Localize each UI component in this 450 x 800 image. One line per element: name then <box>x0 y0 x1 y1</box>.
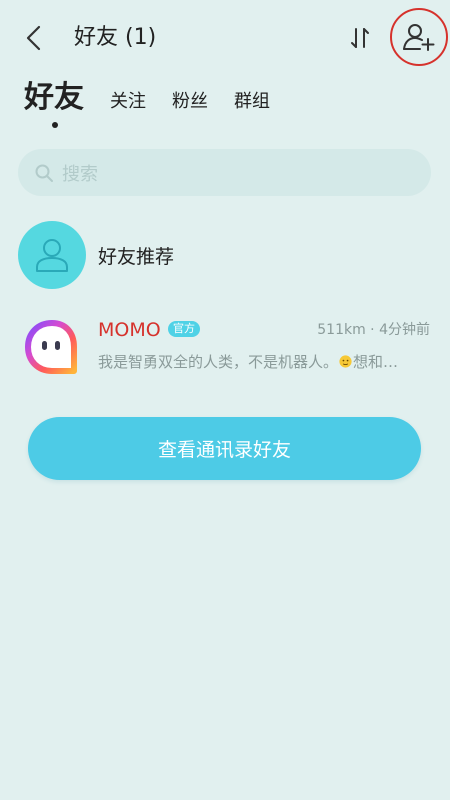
chevron-left-icon <box>26 25 41 51</box>
search-placeholder: 搜索 <box>62 163 98 185</box>
user-icon <box>36 239 68 272</box>
tab-follow[interactable]: 关注 <box>110 90 146 114</box>
recommend-label: 好友推荐 <box>98 245 175 268</box>
emoji-icon <box>339 355 352 368</box>
search-icon <box>34 163 54 183</box>
momo-logo-icon <box>25 320 77 374</box>
tab-fans[interactable]: 粉丝 <box>172 90 208 114</box>
tab-friends[interactable]: 好友 <box>24 80 84 116</box>
friend-bio-text: 我是智勇双全的人类，不是机器人。 <box>98 353 339 371</box>
page-title: 好友 (1) <box>74 25 157 50</box>
friend-bio: 我是智勇双全的人类，不是机器人。 想和… <box>98 351 430 373</box>
friend-name: MOMO <box>98 319 161 341</box>
tab-bar: 好友 关注 粉丝 群组 <box>24 80 424 130</box>
view-contacts-button[interactable]: 查看通讯录好友 <box>28 417 421 480</box>
friend-recommend-item[interactable]: 好友推荐 <box>18 220 432 290</box>
friend-distance-time: 511km · 4分钟前 <box>317 322 430 338</box>
momo-avatar <box>22 317 82 377</box>
recommend-avatar <box>18 221 86 289</box>
official-badge: 官方 <box>168 321 200 337</box>
sort-icon <box>351 28 369 48</box>
friend-bio-tail: 想和… <box>353 353 399 371</box>
add-user-icon <box>403 24 435 51</box>
top-bar: 好友 (1) <box>0 0 450 76</box>
add-friend-button[interactable] <box>390 8 448 66</box>
friend-list-item[interactable]: MOMO 官方 511km · 4分钟前 我是智勇双全的人类，不是机器人。 想和… <box>0 305 450 391</box>
search-input[interactable]: 搜索 <box>18 149 431 196</box>
back-button[interactable] <box>18 22 50 54</box>
tab-groups[interactable]: 群组 <box>234 90 270 114</box>
sort-button[interactable] <box>344 22 376 54</box>
active-tab-indicator <box>52 122 58 128</box>
